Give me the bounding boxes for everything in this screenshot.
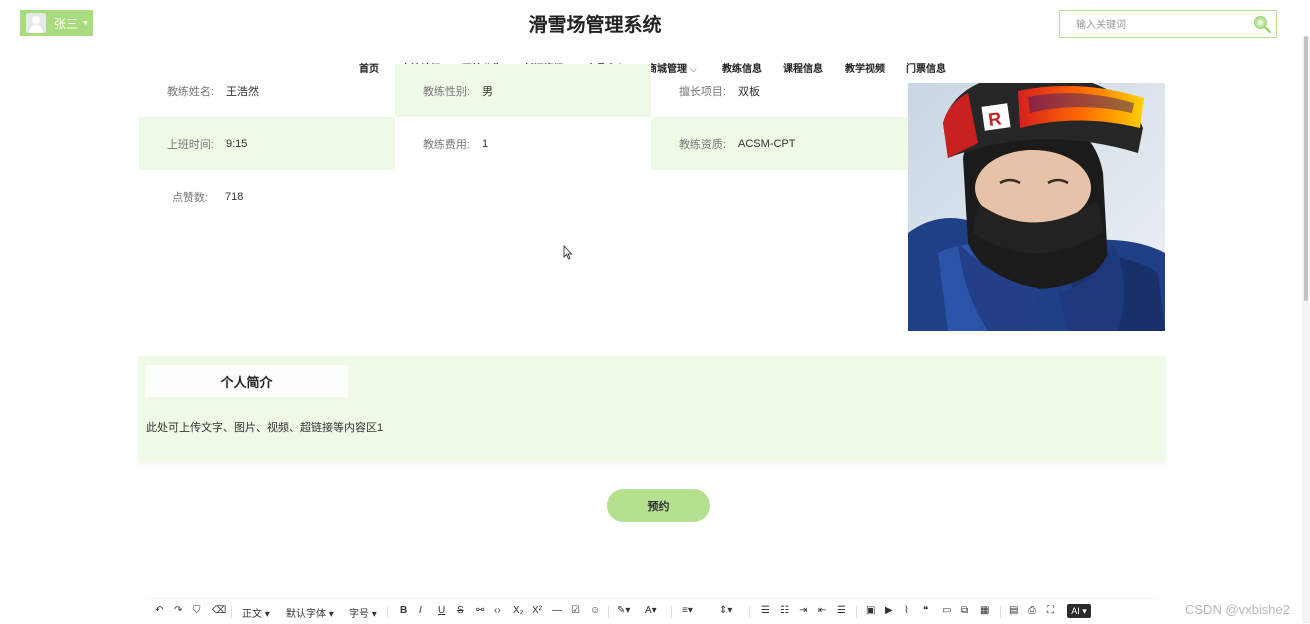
paragraph-select-label: 正文: [242, 609, 262, 620]
intro-title: 个人简介: [145, 365, 348, 397]
font-size-label: 字号: [349, 609, 369, 620]
clear-format-icon[interactable]: ⌫: [212, 605, 226, 616]
coach-specialty-label: 擅长项目:: [678, 85, 726, 98]
coach-name-value: 王浩然: [226, 85, 259, 98]
coach-name-label: 教练姓名:: [166, 85, 214, 98]
search-icon[interactable]: [1253, 15, 1271, 33]
highlight-color-icon[interactable]: ✎▾: [617, 605, 630, 616]
ai-button-label: AI: [1071, 606, 1080, 616]
coach-shift-field: 上班时间: 9:15: [139, 117, 395, 170]
image-icon[interactable]: ▣: [866, 605, 875, 616]
font-size-select[interactable]: 字号 ▾: [349, 605, 377, 620]
coach-specialty-value: 双板: [738, 85, 760, 98]
coach-likes-label: 点赞数:: [171, 191, 208, 204]
coach-qualification-label: 教练资质:: [678, 138, 726, 151]
coach-fee-field: 教练费用: 1: [395, 117, 651, 170]
video-icon[interactable]: ▶: [885, 605, 893, 616]
coach-qualification-value: ACSM-CPT: [738, 137, 796, 150]
coach-name-field: 教练姓名: 王浩然: [139, 64, 395, 117]
mouse-cursor-icon: [563, 245, 573, 260]
coach-fee-value: 1: [482, 137, 489, 150]
coach-gender-field: 教练性别: 男: [395, 64, 651, 117]
undo-icon[interactable]: ↶: [155, 605, 163, 616]
intro-panel: 个人简介 此处可上传文字、图片、视频、超链接等内容区1: [139, 356, 1165, 462]
underline-button[interactable]: U: [438, 605, 445, 616]
ai-button[interactable]: AI ▾: [1067, 604, 1091, 618]
coach-qualification-field: 教练资质: ACSM-CPT: [651, 117, 908, 170]
numbered-list-icon[interactable]: ☷: [780, 605, 789, 616]
subscript-icon[interactable]: X₂: [513, 605, 524, 616]
bold-button[interactable]: B: [400, 605, 407, 616]
strikethrough-button[interactable]: S: [457, 605, 464, 616]
font-color-icon[interactable]: A▾: [645, 605, 657, 616]
svg-text:R: R: [987, 108, 1003, 130]
nav-item-tickets[interactable]: 门票信息: [906, 60, 946, 75]
coach-gender-label: 教练性别:: [422, 85, 470, 98]
font-family-select[interactable]: 默认字体 ▾: [286, 605, 334, 620]
scrollbar-thumb[interactable]: [1304, 36, 1308, 301]
print-icon[interactable]: ⎙: [1028, 605, 1036, 616]
attachment-icon[interactable]: ⌇: [904, 605, 909, 616]
checkbox-icon[interactable]: ☑: [571, 605, 580, 616]
redo-icon[interactable]: ↷: [174, 605, 182, 616]
superscript-icon[interactable]: X²: [532, 605, 542, 616]
coach-fee-label: 教练费用:: [422, 138, 470, 151]
page-scrollbar[interactable]: [1302, 36, 1310, 623]
coach-photo: R: [908, 83, 1165, 331]
coach-shift-label: 上班时间:: [166, 138, 214, 151]
editor-toolbar: ↶ ↷ ⛉ ⌫ 正文 ▾ 默认字体 ▾ 字号 ▾ B I U S ⚯ ‹› X₂…: [149, 598, 1155, 624]
link-icon[interactable]: ⚯: [476, 605, 484, 616]
paragraph-select[interactable]: 正文 ▾: [242, 605, 270, 620]
fullscreen-icon[interactable]: ⛶: [1047, 605, 1054, 616]
horizontal-rule-icon[interactable]: —: [552, 605, 562, 616]
site-title: 滑雪场管理系统: [528, 15, 662, 36]
coach-specialty-field: 擅长项目: 双板: [651, 64, 908, 117]
font-family-label: 默认字体: [286, 609, 326, 620]
code-block-icon[interactable]: ▭: [942, 605, 951, 616]
format-painter-icon[interactable]: ⛉: [193, 605, 201, 616]
indent-icon[interactable]: ⇥: [799, 605, 807, 616]
table-icon[interactable]: ▦: [980, 605, 989, 616]
book-button[interactable]: 预约: [607, 489, 710, 522]
coach-gender-value: 男: [482, 85, 493, 98]
code-icon[interactable]: ‹›: [494, 605, 501, 616]
frame-icon[interactable]: ⧉: [961, 605, 968, 616]
template-icon[interactable]: ▤: [1009, 605, 1018, 616]
align-icon[interactable]: ≡▾: [682, 605, 693, 616]
justify-icon[interactable]: ☰: [837, 605, 846, 616]
line-height-icon[interactable]: ⇕▾: [719, 605, 732, 616]
outdent-icon[interactable]: ⇤: [818, 605, 826, 616]
coach-shift-value: 9:15: [226, 137, 248, 150]
quote-icon[interactable]: ❝: [923, 605, 928, 616]
search-box: [1059, 10, 1277, 38]
search-input[interactable]: [1074, 15, 1248, 35]
bullet-list-icon[interactable]: ☰: [761, 605, 770, 616]
emoji-icon[interactable]: ☺: [590, 605, 600, 616]
coach-likes-field: 点赞数: 718: [139, 170, 395, 223]
italic-button[interactable]: I: [419, 605, 422, 616]
watermark: CSDN @vxbishe2: [1185, 602, 1290, 617]
intro-text: 此处可上传文字、图片、视频、超链接等内容区1: [146, 422, 384, 434]
coach-likes-value: 718: [225, 190, 244, 203]
